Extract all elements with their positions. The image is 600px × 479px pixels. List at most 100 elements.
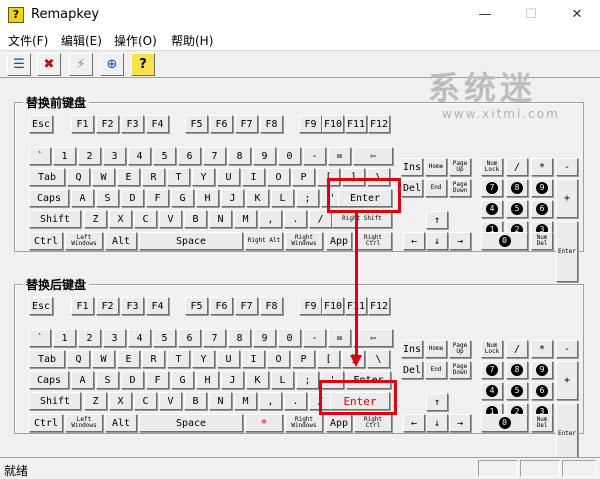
key-j[interactable]: J (221, 371, 244, 389)
key-z[interactable]: Z (84, 210, 107, 228)
key-num-digit[interactable]: 9 (531, 179, 553, 197)
key-d[interactable]: D (121, 189, 144, 207)
key-delete[interactable]: Del (401, 179, 423, 197)
key-num-digit[interactable]: 7 (481, 361, 503, 379)
key-num-digit[interactable]: 5 (506, 200, 528, 218)
key-num-multiply[interactable]: * (531, 340, 553, 358)
key-3[interactable]: 3 (103, 329, 126, 347)
key-g[interactable]: G (171, 371, 194, 389)
maximize-button[interactable]: ☐ (508, 0, 554, 30)
key-arrow-down[interactable]: ↓ (426, 232, 448, 250)
key-arrow-left[interactable]: ← (403, 414, 425, 432)
key-alt[interactable]: Alt (105, 232, 137, 250)
key-num-digit[interactable]: 4 (481, 382, 503, 400)
delete-button[interactable]: ✖ (37, 53, 61, 76)
key-1[interactable]: 1 (53, 147, 76, 165)
key-num-minus[interactable]: - (556, 340, 578, 358)
key-f3[interactable]: F3 (121, 115, 144, 133)
key-f8[interactable]: F8 (260, 297, 283, 315)
key-right-alt[interactable]: Right Alt (245, 232, 283, 250)
key-space[interactable]: Space (139, 232, 243, 250)
key-n[interactable]: N (209, 210, 232, 228)
key-sym[interactable]: [ (317, 350, 340, 368)
key-f6[interactable]: F6 (210, 115, 233, 133)
key-sym[interactable]: = (328, 329, 351, 347)
key-q[interactable]: Q (67, 168, 90, 186)
key-space[interactable]: Space (139, 414, 243, 432)
key-9[interactable]: 9 (253, 329, 276, 347)
key-num-digit[interactable]: 9 (531, 361, 553, 379)
key-sym[interactable]: . (284, 392, 307, 410)
menu-edit[interactable]: 编辑(E) (61, 32, 102, 49)
key-t[interactable]: T (167, 168, 190, 186)
key-right-windows[interactable]: Right Windows (285, 232, 323, 250)
key-sym[interactable]: = (328, 147, 351, 165)
key-2[interactable]: 2 (78, 329, 101, 347)
key-f6[interactable]: F6 (210, 297, 233, 315)
key-f5[interactable]: F5 (185, 297, 208, 315)
key-f2[interactable]: F2 (96, 297, 119, 315)
key-delete[interactable]: Del (401, 361, 423, 379)
key-shift[interactable]: Shift (29, 210, 81, 228)
key-home[interactable]: Home (425, 158, 447, 176)
key-f9[interactable]: F9 (299, 115, 322, 133)
key-num-del[interactable]: Num Del (531, 414, 553, 432)
key-right-ctrl[interactable]: Right Ctrl (354, 414, 392, 432)
key-u[interactable]: U (217, 168, 240, 186)
key-f1[interactable]: F1 (71, 115, 94, 133)
key-end[interactable]: End (425, 361, 447, 379)
key-j[interactable]: J (221, 189, 244, 207)
key-a[interactable]: A (71, 189, 94, 207)
key-arrow-right[interactable]: → (449, 414, 471, 432)
key-num-0[interactable]: 0 (481, 232, 528, 250)
key-num-digit[interactable]: 5 (506, 382, 528, 400)
key-x[interactable]: X (109, 392, 132, 410)
key-esc[interactable]: Esc (29, 115, 53, 133)
key-f9[interactable]: F9 (299, 297, 322, 315)
key-page-up[interactable]: Page Up (449, 340, 471, 358)
key-backspace[interactable]: ⇦ (353, 329, 393, 347)
key-num-del[interactable]: Num Del (531, 232, 553, 250)
key-8[interactable]: 8 (228, 329, 251, 347)
key-ctrl[interactable]: Ctrl (29, 232, 63, 250)
key-app[interactable]: App (326, 414, 352, 432)
key-num-0[interactable]: 0 (481, 414, 528, 432)
key-num-digit[interactable]: 7 (481, 179, 503, 197)
minimize-button[interactable]: — (462, 0, 508, 30)
key-5[interactable]: 5 (153, 147, 176, 165)
key-h[interactable]: H (196, 371, 219, 389)
key-9[interactable]: 9 (253, 147, 276, 165)
key-num-minus[interactable]: - (556, 158, 578, 176)
key-end[interactable]: End (425, 179, 447, 197)
key-i[interactable]: I (242, 350, 265, 368)
key-b[interactable]: B (184, 210, 207, 228)
key-sym[interactable]: , (259, 392, 282, 410)
key-y[interactable]: Y (192, 350, 215, 368)
key-right-windows[interactable]: Right Windows (285, 414, 323, 432)
key-t[interactable]: T (167, 350, 190, 368)
key-5[interactable]: 5 (153, 329, 176, 347)
key-c[interactable]: C (134, 210, 157, 228)
key-0[interactable]: 0 (278, 147, 301, 165)
key-e[interactable]: E (117, 350, 140, 368)
key-o[interactable]: O (267, 168, 290, 186)
key-f10[interactable]: F10 (322, 297, 344, 315)
key-sym[interactable]: ; (296, 189, 319, 207)
key-3[interactable]: 3 (103, 147, 126, 165)
key-p[interactable]: P (292, 168, 315, 186)
key-h[interactable]: H (196, 189, 219, 207)
key-page-down[interactable]: Page Down (449, 361, 471, 379)
key-right-alt-remapped[interactable]: * (245, 414, 283, 432)
key-tab[interactable]: Tab (29, 168, 65, 186)
key-right-ctrl[interactable]: Right Ctrl (354, 232, 392, 250)
open-button[interactable]: ☰ (7, 53, 31, 76)
key-o[interactable]: O (267, 350, 290, 368)
key-arrow-up[interactable]: ↑ (426, 393, 448, 411)
key-f2[interactable]: F2 (96, 115, 119, 133)
key-b[interactable]: B (184, 392, 207, 410)
zoom-button[interactable]: ⊕ (100, 53, 124, 76)
key-2[interactable]: 2 (78, 147, 101, 165)
key-7[interactable]: 7 (203, 329, 226, 347)
close-button[interactable]: ✕ (554, 0, 600, 30)
key-w[interactable]: W (92, 350, 115, 368)
